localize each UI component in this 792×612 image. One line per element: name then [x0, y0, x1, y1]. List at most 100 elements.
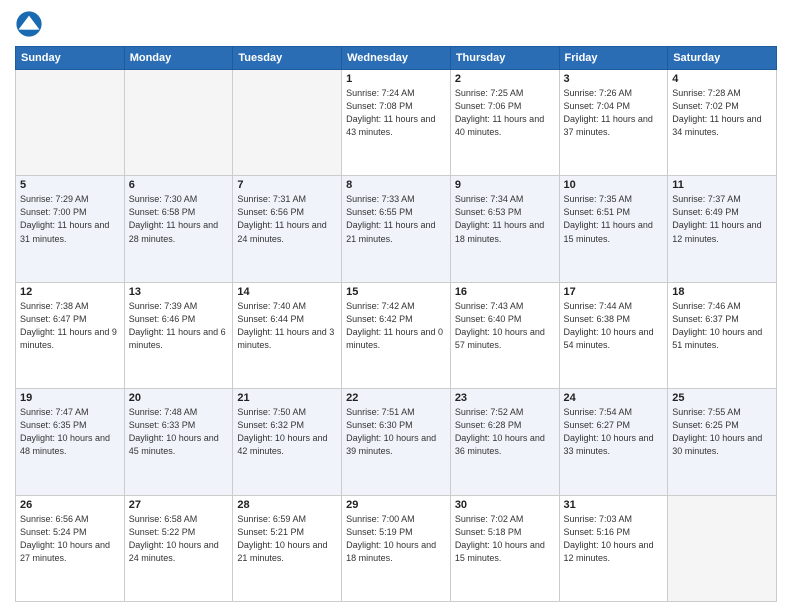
day-number: 1 — [346, 73, 446, 85]
day-info: Sunrise: 7:37 AMSunset: 6:49 PMDaylight:… — [672, 193, 772, 245]
day-info: Sunrise: 7:24 AMSunset: 7:08 PMDaylight:… — [346, 87, 446, 139]
day-number: 16 — [455, 286, 555, 298]
day-info: Sunrise: 7:28 AMSunset: 7:02 PMDaylight:… — [672, 87, 772, 139]
header — [15, 10, 777, 38]
calendar-cell: 4 Sunrise: 7:28 AMSunset: 7:02 PMDaylight… — [668, 70, 777, 176]
calendar-cell: 3Sunrise: 7:26 AMSunset: 7:04 PMDaylight… — [559, 70, 668, 176]
calendar-cell: 6Sunrise: 7:30 AMSunset: 6:58 PMDaylight… — [124, 176, 233, 282]
calendar-cell: 10 Sunrise: 7:35 AMSunset: 6:51 PMDayligh… — [559, 176, 668, 282]
day-number: 27 — [129, 499, 229, 511]
calendar-cell: 16 Sunrise: 7:43 AMSunset: 6:40 PMDayligh… — [450, 282, 559, 388]
day-number: 26 — [20, 499, 120, 511]
day-number: 19 — [20, 392, 120, 404]
calendar-cell: 14 Sunrise: 7:40 AMSunset: 6:44 PMDayligh… — [233, 282, 342, 388]
day-number: 13 — [129, 286, 229, 298]
day-info: Sunrise: 7:39 AMSunset: 6:46 PMDaylight:… — [129, 300, 229, 352]
day-number: 11 — [672, 179, 772, 191]
day-number: 5 — [20, 179, 120, 191]
calendar-cell: 24 Sunrise: 7:54 AMSunset: 6:27 PMDayligh… — [559, 389, 668, 495]
day-info: Sunrise: 6:59 AMSunset: 5:21 PMDaylight:… — [237, 513, 337, 565]
col-header-sunday: Sunday — [16, 47, 125, 70]
day-info: Sunrise: 7:43 AMSunset: 6:40 PMDaylight:… — [455, 300, 555, 352]
day-info: Sunrise: 7:46 AMSunset: 6:37 PMDaylight:… — [672, 300, 772, 352]
day-info: Sunrise: 7:34 AMSunset: 6:53 PMDaylight:… — [455, 193, 555, 245]
day-info: Sunrise: 7:03 AMSunset: 5:16 PMDaylight:… — [564, 513, 664, 565]
day-number: 12 — [20, 286, 120, 298]
calendar-cell — [233, 70, 342, 176]
day-info: Sunrise: 7:38 AMSunset: 6:47 PMDaylight:… — [20, 300, 120, 352]
calendar-cell: 26 Sunrise: 6:56 AMSunset: 5:24 PMDayligh… — [16, 495, 125, 601]
day-info: Sunrise: 7:55 AMSunset: 6:25 PMDaylight:… — [672, 406, 772, 458]
day-info: Sunrise: 7:26 AMSunset: 7:04 PMDaylight:… — [564, 87, 664, 139]
calendar-cell: 11 Sunrise: 7:37 AMSunset: 6:49 PMDayligh… — [668, 176, 777, 282]
day-info: Sunrise: 7:02 AMSunset: 5:18 PMDaylight:… — [455, 513, 555, 565]
day-info: Sunrise: 7:00 AMSunset: 5:19 PMDaylight:… — [346, 513, 446, 565]
calendar-cell: 29 Sunrise: 7:00 AMSunset: 5:19 PMDayligh… — [342, 495, 451, 601]
calendar-cell: 31Sunrise: 7:03 AMSunset: 5:16 PMDayligh… — [559, 495, 668, 601]
day-number: 15 — [346, 286, 446, 298]
calendar-cell: 1 Sunrise: 7:24 AMSunset: 7:08 PMDaylight… — [342, 70, 451, 176]
col-header-monday: Monday — [124, 47, 233, 70]
calendar-cell: 20 Sunrise: 7:48 AMSunset: 6:33 PMDayligh… — [124, 389, 233, 495]
day-info: Sunrise: 7:48 AMSunset: 6:33 PMDaylight:… — [129, 406, 229, 458]
day-number: 6 — [129, 179, 229, 191]
day-info: Sunrise: 6:56 AMSunset: 5:24 PMDaylight:… — [20, 513, 120, 565]
col-header-saturday: Saturday — [668, 47, 777, 70]
calendar-table: SundayMondayTuesdayWednesdayThursdayFrid… — [15, 46, 777, 602]
calendar-cell: 13 Sunrise: 7:39 AMSunset: 6:46 PMDayligh… — [124, 282, 233, 388]
day-number: 4 — [672, 73, 772, 85]
day-number: 29 — [346, 499, 446, 511]
calendar-cell: 30 Sunrise: 7:02 AMSunset: 5:18 PMDayligh… — [450, 495, 559, 601]
day-number: 21 — [237, 392, 337, 404]
day-number: 7 — [237, 179, 337, 191]
day-info: Sunrise: 7:25 AMSunset: 7:06 PMDaylight:… — [455, 87, 555, 139]
calendar-cell — [124, 70, 233, 176]
calendar-cell: 9 Sunrise: 7:34 AMSunset: 6:53 PMDaylight… — [450, 176, 559, 282]
calendar-cell: 17 Sunrise: 7:44 AMSunset: 6:38 PMDayligh… — [559, 282, 668, 388]
calendar-cell: 28 Sunrise: 6:59 AMSunset: 5:21 PMDayligh… — [233, 495, 342, 601]
day-number: 10 — [564, 179, 664, 191]
calendar-cell: 18 Sunrise: 7:46 AMSunset: 6:37 PMDayligh… — [668, 282, 777, 388]
day-number: 8 — [346, 179, 446, 191]
page: SundayMondayTuesdayWednesdayThursdayFrid… — [0, 0, 792, 612]
calendar-cell: 2Sunrise: 7:25 AMSunset: 7:06 PMDaylight… — [450, 70, 559, 176]
day-number: 14 — [237, 286, 337, 298]
logo-icon — [15, 10, 43, 38]
day-number: 18 — [672, 286, 772, 298]
day-info: Sunrise: 7:29 AMSunset: 7:00 PMDaylight:… — [20, 193, 120, 245]
day-number: 23 — [455, 392, 555, 404]
day-info: Sunrise: 7:42 AMSunset: 6:42 PMDaylight:… — [346, 300, 446, 352]
day-number: 20 — [129, 392, 229, 404]
calendar-cell — [668, 495, 777, 601]
calendar-cell: 15 Sunrise: 7:42 AMSunset: 6:42 PMDayligh… — [342, 282, 451, 388]
day-number: 17 — [564, 286, 664, 298]
day-info: Sunrise: 7:50 AMSunset: 6:32 PMDaylight:… — [237, 406, 337, 458]
calendar-cell: 25 Sunrise: 7:55 AMSunset: 6:25 PMDayligh… — [668, 389, 777, 495]
col-header-wednesday: Wednesday — [342, 47, 451, 70]
day-info: Sunrise: 7:52 AMSunset: 6:28 PMDaylight:… — [455, 406, 555, 458]
day-info: Sunrise: 7:54 AMSunset: 6:27 PMDaylight:… — [564, 406, 664, 458]
calendar-cell: 22Sunrise: 7:51 AMSunset: 6:30 PMDayligh… — [342, 389, 451, 495]
day-info: Sunrise: 7:40 AMSunset: 6:44 PMDaylight:… — [237, 300, 337, 352]
day-number: 9 — [455, 179, 555, 191]
calendar-cell: 5 Sunrise: 7:29 AMSunset: 7:00 PMDaylight… — [16, 176, 125, 282]
day-number: 24 — [564, 392, 664, 404]
day-info: Sunrise: 7:44 AMSunset: 6:38 PMDaylight:… — [564, 300, 664, 352]
day-info: Sunrise: 6:58 AMSunset: 5:22 PMDaylight:… — [129, 513, 229, 565]
calendar-cell — [16, 70, 125, 176]
calendar-cell: 21 Sunrise: 7:50 AMSunset: 6:32 PMDayligh… — [233, 389, 342, 495]
calendar-cell: 19 Sunrise: 7:47 AMSunset: 6:35 PMDayligh… — [16, 389, 125, 495]
day-info: Sunrise: 7:51 AMSunset: 6:30 PMDaylight:… — [346, 406, 446, 458]
day-number: 30 — [455, 499, 555, 511]
calendar-cell: 7 Sunrise: 7:31 AMSunset: 6:56 PMDaylight… — [233, 176, 342, 282]
day-info: Sunrise: 7:47 AMSunset: 6:35 PMDaylight:… — [20, 406, 120, 458]
calendar-cell: 23 Sunrise: 7:52 AMSunset: 6:28 PMDayligh… — [450, 389, 559, 495]
col-header-thursday: Thursday — [450, 47, 559, 70]
logo — [15, 10, 45, 38]
day-number: 28 — [237, 499, 337, 511]
day-info: Sunrise: 7:31 AMSunset: 6:56 PMDaylight:… — [237, 193, 337, 245]
col-header-friday: Friday — [559, 47, 668, 70]
day-number: 25 — [672, 392, 772, 404]
calendar-cell: 27 Sunrise: 6:58 AMSunset: 5:22 PMDayligh… — [124, 495, 233, 601]
day-info: Sunrise: 7:35 AMSunset: 6:51 PMDaylight:… — [564, 193, 664, 245]
